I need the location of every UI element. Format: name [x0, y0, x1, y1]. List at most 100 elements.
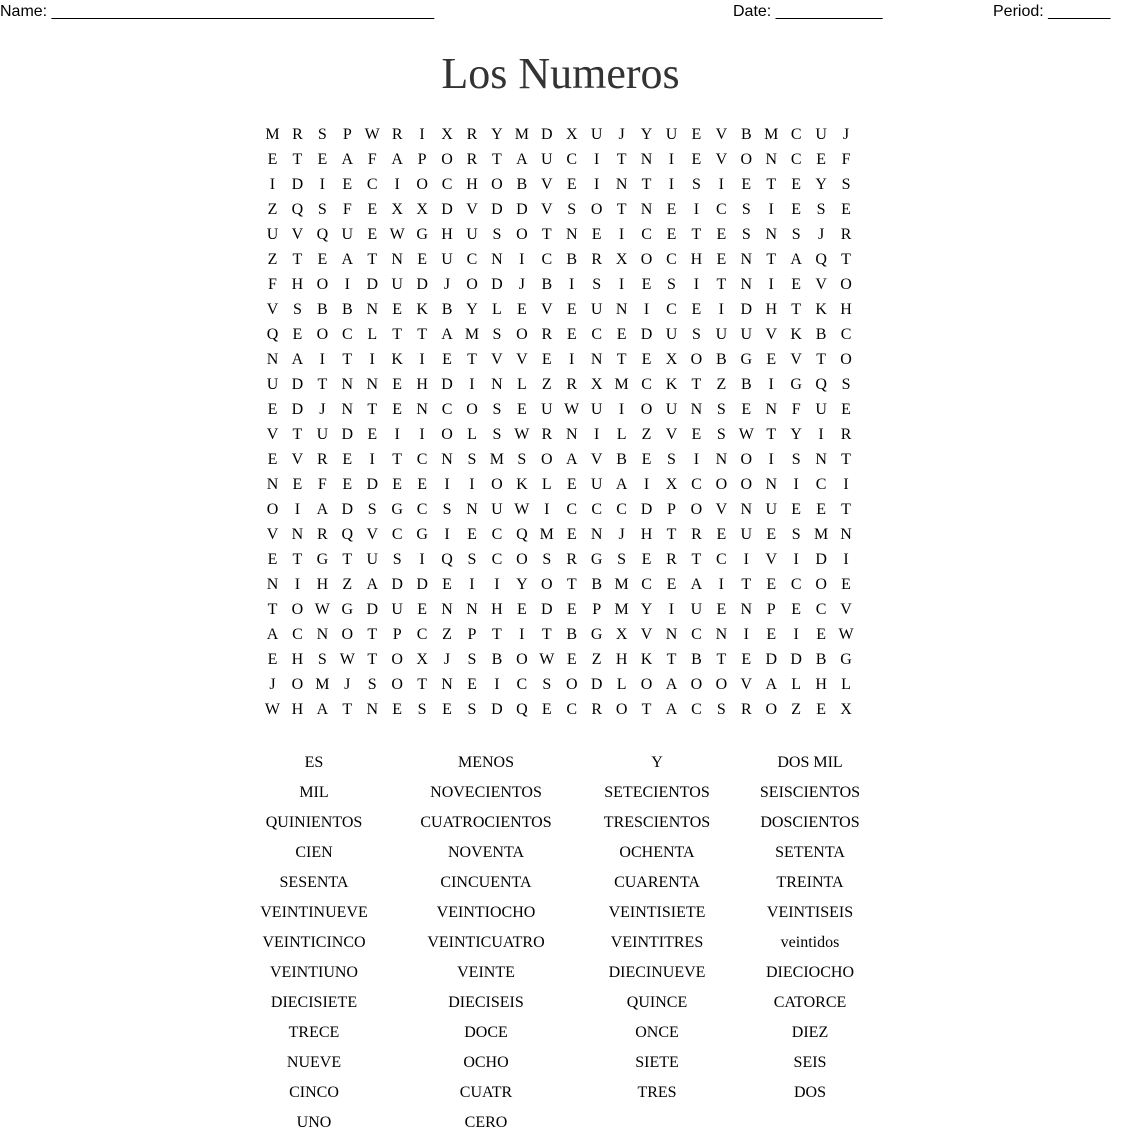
grid-cell: A — [615, 476, 628, 493]
grid-cell: D — [541, 601, 553, 618]
grid-cell: E — [292, 476, 303, 493]
grid-cell: W — [389, 226, 405, 243]
grid-cell: T — [392, 326, 403, 343]
grid-cell: T — [766, 426, 777, 443]
grid-cell: U — [665, 126, 678, 143]
grid-row: EDJNTENCOSEUWUIOUNSENFUE — [260, 400, 859, 425]
grid-cell: E — [516, 601, 527, 618]
grid-cell: G — [790, 376, 802, 393]
grid-cell: E — [566, 301, 577, 318]
grid-cell: I — [544, 501, 550, 518]
grid-cell: O — [815, 576, 827, 593]
grid-cell: K — [815, 301, 827, 318]
grid-cell: W — [539, 651, 555, 668]
grid-cell: T — [766, 251, 777, 268]
grid-cell: N — [441, 676, 453, 693]
grid-cell: T — [616, 201, 627, 218]
grid-cell: J — [618, 526, 625, 543]
grid-row: FHOIDUDJODJBISIESITNIEVO — [260, 275, 859, 300]
grid-cell: C — [566, 701, 578, 718]
grid-cell: C — [566, 501, 578, 518]
grid-cell: X — [615, 251, 628, 268]
grid-cell: G — [740, 351, 753, 368]
grid-cell: B — [491, 651, 503, 668]
grid-cell: F — [342, 201, 352, 218]
grid-cell: I — [618, 226, 625, 243]
grid-cell: N — [765, 226, 777, 243]
grid-cell: N — [491, 376, 503, 393]
grid-cell: C — [416, 501, 428, 518]
grid-cell: O — [441, 151, 453, 168]
grid-cell: V — [765, 326, 777, 343]
word-list-item: VEINTIOCHO — [436, 904, 536, 921]
grid-cell: L — [367, 326, 378, 343]
grid-cell: O — [516, 226, 528, 243]
grid-cell: O — [516, 326, 528, 343]
word-list-item: MENOS — [457, 754, 514, 771]
grid-cell: E — [791, 501, 802, 518]
word-list-item: veintidos — [780, 934, 840, 951]
grid-cell: S — [791, 451, 801, 468]
grid-row: VNRQVCGIECQMENJHTREUESMN — [260, 525, 859, 550]
grid-cell: O — [740, 476, 753, 493]
grid-cell: I — [768, 201, 774, 218]
grid-cell: B — [616, 451, 627, 468]
grid-cell: T — [292, 151, 303, 168]
grid-cell: I — [319, 176, 325, 193]
grid-cell: I — [618, 276, 625, 293]
grid-cell: K — [416, 301, 428, 318]
grid-cell: X — [391, 201, 403, 218]
grid-cell: B — [591, 576, 602, 593]
grid-cell: T — [267, 601, 278, 618]
grid-cell: C — [666, 251, 677, 268]
grid-cell: R — [840, 426, 852, 443]
grid-cell: L — [467, 426, 477, 443]
grid-cell: M — [614, 376, 629, 393]
grid-cell: Q — [441, 551, 453, 568]
grid-cell: E — [816, 501, 826, 518]
grid-cell: R — [666, 551, 677, 568]
grid-cell: A — [266, 626, 279, 643]
grid-cell: V — [491, 351, 503, 368]
grid-cell: T — [841, 251, 851, 268]
grid-cell: G — [416, 226, 428, 243]
grid-cell: T — [716, 651, 727, 668]
word-list-item: NOVECIENTOS — [430, 784, 542, 801]
grid-cell: A — [516, 151, 528, 168]
grid-cell: C — [366, 176, 378, 193]
grid-cell: E — [691, 126, 702, 143]
grid-cell: N — [416, 401, 428, 418]
grid-cell: W — [838, 626, 854, 643]
grid-row: IDIECIOCHOBVEINTISIETEYS — [260, 175, 859, 200]
word-list-row: CINCO CUATR TRES DOS — [0, 1083, 1121, 1113]
grid-cell: W — [339, 651, 355, 668]
word-list-item: CUATR — [459, 1084, 513, 1101]
grid-cell: E — [516, 301, 527, 318]
grid-cell: U — [341, 226, 354, 243]
grid-cell: E — [716, 251, 727, 268]
grid-cell: O — [391, 676, 403, 693]
grid-cell: V — [640, 626, 653, 643]
grid-cell: C — [840, 326, 852, 343]
grid-cell: T — [841, 451, 851, 468]
grid-cell: J — [269, 676, 276, 693]
grid-cell: I — [344, 276, 350, 293]
grid-cell: R — [691, 526, 702, 543]
grid-cell: S — [667, 451, 676, 468]
grid-cell: P — [342, 126, 352, 143]
grid-cell: G — [391, 501, 403, 518]
grid-cell: O — [441, 426, 453, 443]
grid-cell: V — [541, 301, 553, 318]
grid-cell: R — [740, 701, 752, 718]
grid-cell: M — [514, 126, 529, 143]
grid-cell: C — [790, 126, 802, 143]
grid-cell: D — [291, 176, 304, 193]
grid-cell: I — [469, 476, 475, 493]
grid-row: ETGTUSIQSCOSRGSERTCIVIDI — [260, 550, 859, 575]
grid-cell: E — [392, 476, 403, 493]
grid-cell: G — [840, 651, 852, 668]
grid-cell: D — [391, 576, 403, 593]
word-list-item: DOSCIENTOS — [760, 814, 860, 831]
grid-cell: Q — [291, 201, 304, 218]
grid-cell: C — [691, 626, 702, 643]
